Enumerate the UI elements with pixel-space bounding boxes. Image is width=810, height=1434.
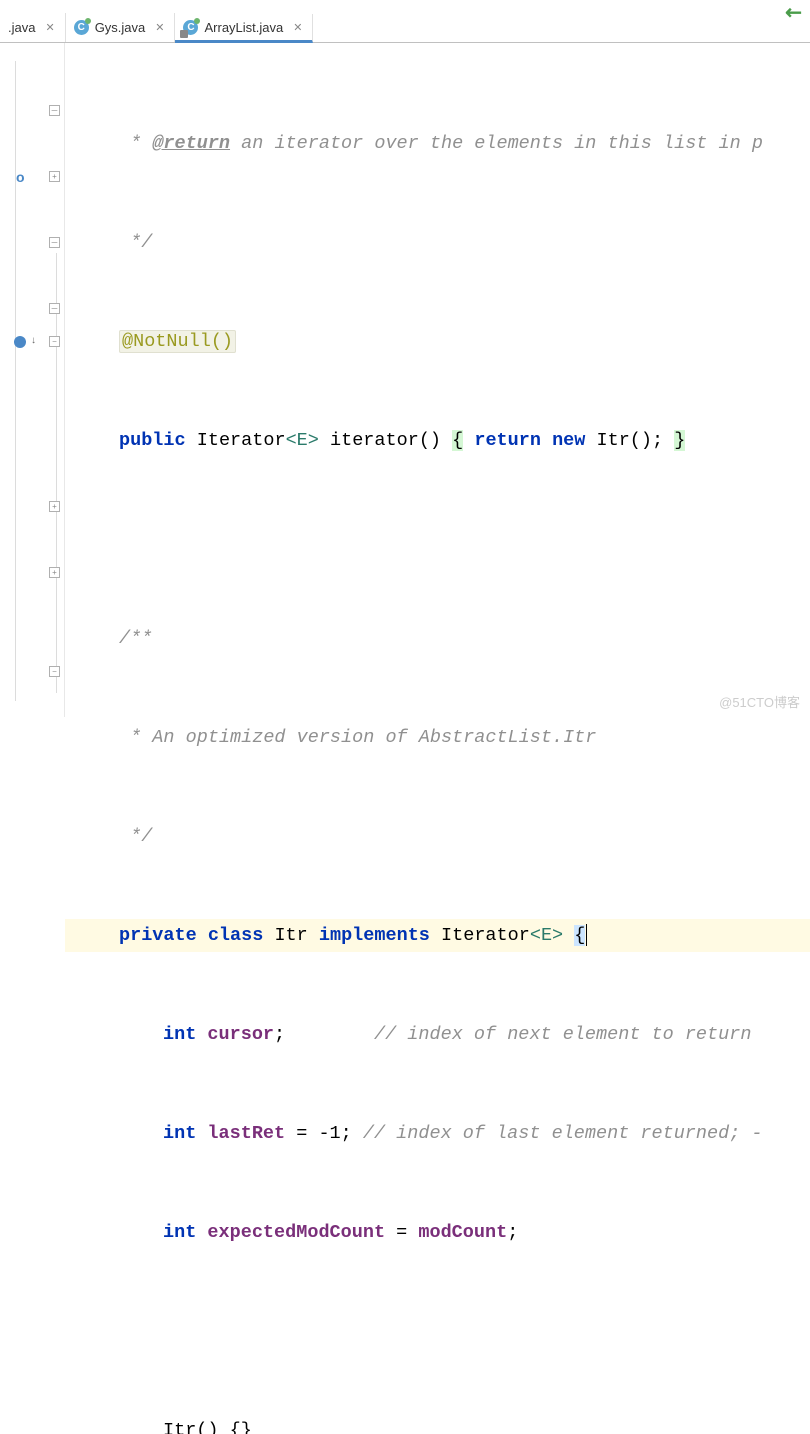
tab-label: ArrayList.java [204, 20, 283, 35]
code-editor[interactable]: * @return an iterator over the elements … [65, 43, 810, 717]
fold-icon[interactable]: + [0, 556, 64, 589]
code-line [65, 523, 810, 556]
code-line: int cursor; // index of next element to … [65, 1018, 810, 1051]
code-line [65, 1315, 810, 1348]
fold-end-icon[interactable]: ─ [0, 94, 64, 127]
code-line: */ [65, 820, 810, 853]
code-line: /** [65, 622, 810, 655]
code-line: @NotNull() [65, 325, 810, 358]
gutter[interactable]: ─ o + ─ ─ − + + − [0, 43, 65, 717]
close-icon[interactable]: ✕ [155, 21, 164, 34]
fold-icon[interactable]: + [0, 490, 64, 523]
java-class-icon: C [74, 20, 89, 35]
close-icon[interactable]: ✕ [45, 21, 54, 34]
tab-label: Gys.java [95, 20, 146, 35]
java-class-locked-icon: C [183, 20, 198, 35]
tab-java[interactable]: .java ✕ [0, 13, 66, 42]
code-line-current: private class Itr implements Iterator<E>… [65, 919, 810, 952]
tab-label: .java [8, 20, 35, 35]
code-line: Itr() {} [65, 1414, 810, 1434]
breakpoint-marker[interactable]: − [0, 325, 64, 358]
text-cursor [586, 924, 587, 946]
code-line: int lastRet = -1; // index of last eleme… [65, 1117, 810, 1150]
close-icon[interactable]: ✕ [293, 21, 302, 34]
breakpoint-icon [14, 336, 26, 348]
editor-tabs: .java ✕ C Gys.java ✕ C ArrayList.java ✕ [0, 0, 810, 43]
watermark: @51CTO博客 [719, 692, 800, 711]
code-line: * @return an iterator over the elements … [65, 127, 810, 160]
override-marker[interactable]: o + [0, 160, 64, 193]
gutter-line [15, 61, 16, 701]
override-icon: o [16, 169, 25, 185]
code-line: int expectedModCount = modCount; [65, 1216, 810, 1249]
fold-start-icon[interactable]: ─ [0, 226, 64, 259]
tab-arraylist[interactable]: C ArrayList.java ✕ [175, 14, 313, 43]
tab-gys[interactable]: C Gys.java ✕ [66, 13, 176, 42]
code-line: * An optimized version of AbstractList.I… [65, 721, 810, 754]
fold-icon[interactable]: − [49, 336, 60, 347]
editor-area: ─ o + ─ ─ − + + − * @return an iterator … [0, 43, 810, 717]
fold-icon[interactable]: − [0, 655, 64, 688]
code-line: */ [65, 226, 810, 259]
fold-collapse-icon[interactable]: ─ [0, 292, 64, 325]
code-line: public Iterator<E> iterator() { return n… [65, 424, 810, 457]
fold-icon[interactable]: + [49, 171, 60, 182]
